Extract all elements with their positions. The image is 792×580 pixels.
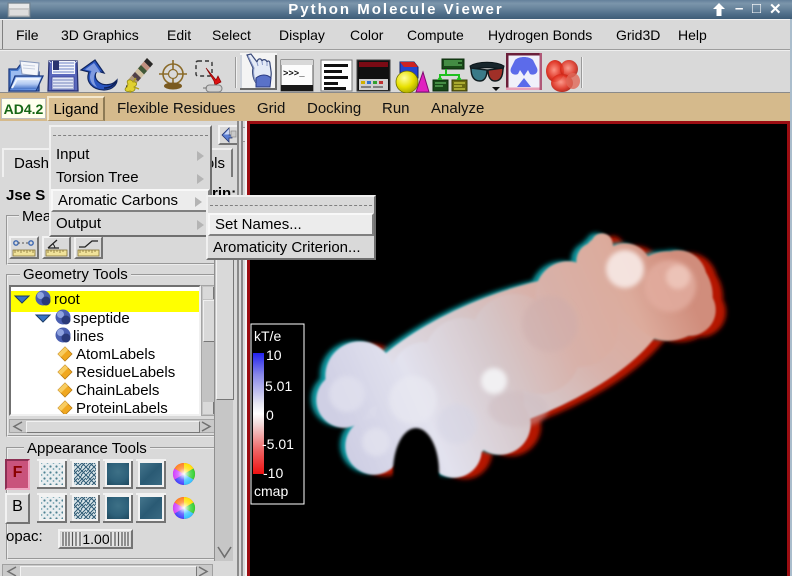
svg-text:-5.01: -5.01: [262, 436, 294, 452]
svg-text:10: 10: [266, 347, 282, 363]
svg-text:ChainLabels: ChainLabels: [76, 382, 159, 399]
svg-text:root: root: [54, 291, 81, 308]
svg-text:5.01: 5.01: [265, 378, 292, 394]
svg-text:cmap: cmap: [254, 483, 288, 499]
svg-text:AtomLabels: AtomLabels: [76, 346, 155, 363]
svg-text:>>>_: >>>_: [283, 69, 305, 79]
svg-text:lines: lines: [73, 328, 104, 345]
svg-text:ResidueLabels: ResidueLabels: [76, 364, 175, 381]
svg-text:ProteinLabels: ProteinLabels: [76, 400, 168, 414]
svg-text:kT/e: kT/e: [254, 328, 281, 344]
svg-text:-10: -10: [263, 465, 283, 481]
svg-text:speptide: speptide: [73, 310, 130, 327]
svg-text:0: 0: [266, 407, 274, 423]
